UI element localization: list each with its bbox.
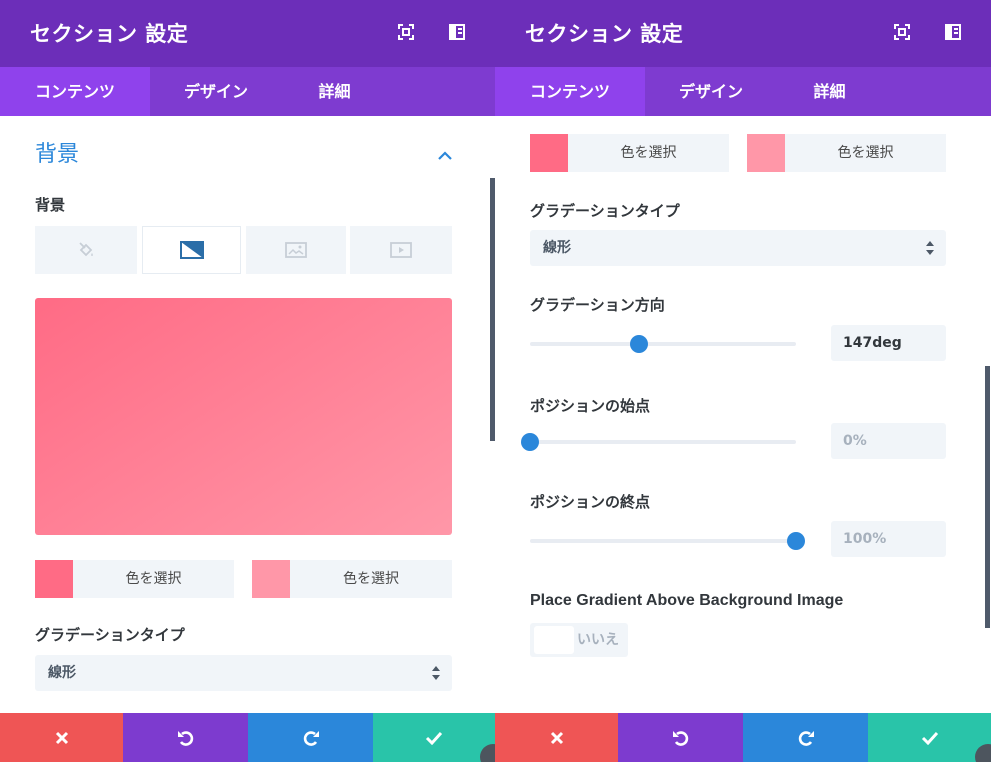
settings-panel-left: セクション 設定 コンテンツ デザイン 詳細 背景 背景 色を選択 色を選択 グ… — [0, 0, 495, 762]
gradient-start-color-picker[interactable]: 色を選択 — [35, 560, 234, 598]
image-icon — [285, 242, 307, 258]
redo-button[interactable] — [743, 713, 868, 762]
slider-handle[interactable] — [521, 433, 539, 451]
split-view-icon[interactable] — [447, 22, 467, 42]
panel-title: セクション 設定 — [30, 22, 189, 46]
panel-header: セクション 設定 — [495, 0, 991, 67]
color-pick-label: 色を選択 — [620, 145, 677, 161]
gradient-start-color-picker[interactable]: 色を選択 — [530, 134, 729, 172]
tab-content[interactable]: コンテンツ — [495, 67, 645, 116]
undo-button[interactable] — [618, 713, 743, 762]
video-icon — [390, 242, 412, 258]
section-title-background[interactable]: 背景 — [35, 136, 79, 168]
tab-advanced[interactable]: 詳細 — [282, 67, 387, 116]
toggle-knob[interactable] — [534, 626, 574, 654]
color-swatch-end[interactable] — [747, 134, 785, 172]
tab-advanced[interactable]: 詳細 — [777, 67, 882, 116]
panel-content: 色を選択 色を選択 グラデーションタイプ 線形 グラデーション方向 147deg… — [495, 116, 991, 713]
slider-rail[interactable] — [530, 342, 796, 346]
settings-tabs: コンテンツ デザイン 詳細 — [0, 67, 495, 116]
slider-rail[interactable] — [530, 440, 796, 444]
slider-handle[interactable] — [787, 532, 805, 550]
redo-icon — [798, 730, 814, 746]
bg-type-video[interactable] — [350, 226, 452, 274]
gradient-end-color-picker[interactable]: 色を選択 — [747, 134, 946, 172]
start-position-slider[interactable] — [521, 432, 796, 452]
redo-button[interactable] — [248, 713, 373, 762]
gradient-direction-slider[interactable] — [530, 334, 796, 354]
fullscreen-icon[interactable] — [892, 22, 912, 42]
settings-tabs: コンテンツ デザイン 詳細 — [495, 67, 991, 116]
bg-type-image[interactable] — [246, 226, 346, 274]
bg-type-color[interactable] — [35, 226, 137, 274]
fullscreen-icon[interactable] — [396, 22, 416, 42]
panel-footer — [0, 713, 495, 762]
scrollbar[interactable] — [985, 366, 990, 628]
cancel-button[interactable] — [0, 713, 123, 762]
check-icon — [921, 731, 938, 745]
undo-icon — [177, 730, 193, 746]
start-position-input[interactable]: 0% — [831, 423, 946, 459]
gradient-type-value: 線形 — [48, 665, 76, 681]
panel-footer — [495, 713, 991, 762]
toggle-label: いいえ — [577, 632, 619, 648]
undo-button[interactable] — [123, 713, 248, 762]
gradient-type-label: グラデーションタイプ — [530, 202, 680, 220]
gradient-above-image-label: Place Gradient Above Background Image — [530, 592, 844, 609]
settings-panel-right: セクション 設定 コンテンツ デザイン 詳細 色を選択 色を選択 グラデーション… — [495, 0, 991, 762]
color-swatch-start[interactable] — [530, 134, 568, 172]
color-pick-label: 色を選択 — [837, 145, 894, 161]
background-type-tabs — [35, 226, 452, 274]
gradient-preview — [35, 298, 452, 535]
color-swatch-start[interactable] — [35, 560, 73, 598]
slider-rail[interactable] — [530, 539, 796, 543]
save-button[interactable] — [373, 713, 495, 762]
tab-content[interactable]: コンテンツ — [0, 67, 150, 116]
gradient-icon — [179, 241, 204, 259]
save-button[interactable] — [868, 713, 991, 762]
gradient-type-select[interactable]: 線形 — [35, 655, 452, 691]
tab-design[interactable]: デザイン — [645, 67, 777, 116]
undo-icon — [672, 730, 688, 746]
panel-content: 背景 背景 色を選択 色を選択 グラデーションタイプ 線形 — [0, 116, 495, 713]
redo-icon — [303, 730, 319, 746]
color-pick-label: 色を選択 — [125, 571, 182, 587]
color-swatch-end[interactable] — [252, 560, 290, 598]
gradient-end-color-picker[interactable]: 色を選択 — [252, 560, 452, 598]
start-position-label: ポジションの始点 — [530, 397, 651, 415]
gradient-direction-label: グラデーション方向 — [530, 296, 665, 314]
tab-design[interactable]: デザイン — [150, 67, 282, 116]
paint-bucket-icon — [79, 242, 93, 257]
gradient-type-label: グラデーションタイプ — [35, 626, 185, 644]
background-field-label: 背景 — [35, 196, 66, 214]
gradient-type-value: 線形 — [543, 240, 571, 256]
bg-type-gradient[interactable] — [142, 226, 241, 274]
end-position-label: ポジションの終点 — [530, 493, 651, 511]
panel-header: セクション 設定 — [0, 0, 495, 67]
chevron-up-icon[interactable] — [437, 146, 453, 160]
end-position-input[interactable]: 100% — [831, 521, 946, 557]
close-icon — [550, 731, 563, 744]
cancel-button[interactable] — [495, 713, 618, 762]
select-arrows-icon — [926, 241, 934, 255]
gradient-direction-input[interactable]: 147deg — [831, 325, 946, 361]
color-pick-label: 色を選択 — [343, 571, 399, 587]
panel-title: セクション 設定 — [525, 22, 684, 46]
select-arrows-icon — [432, 666, 440, 680]
gradient-above-image-toggle[interactable]: いいえ — [530, 623, 628, 657]
slider-handle[interactable] — [630, 335, 649, 353]
end-position-slider[interactable] — [530, 531, 805, 551]
gradient-type-select[interactable]: 線形 — [530, 230, 946, 266]
close-icon — [55, 731, 68, 744]
split-view-icon[interactable] — [943, 22, 963, 42]
check-icon — [425, 731, 443, 745]
